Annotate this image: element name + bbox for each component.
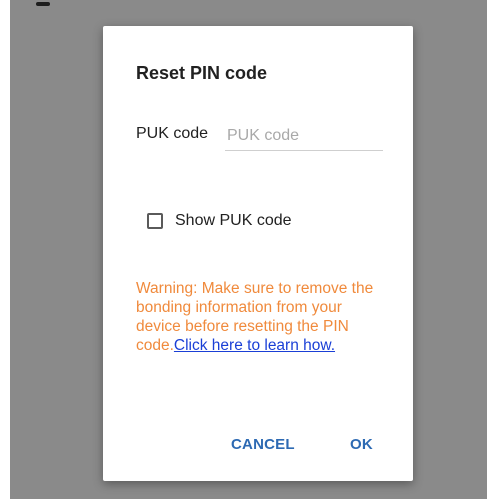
screen: Reset PIN code PUK code Show PUK code Wa… bbox=[0, 0, 497, 499]
dialog-actions: CANCEL OK bbox=[103, 436, 413, 460]
show-puk-label[interactable]: Show PUK code bbox=[175, 212, 292, 230]
cancel-button[interactable]: CANCEL bbox=[231, 436, 295, 453]
ok-button[interactable]: OK bbox=[350, 436, 373, 453]
show-puk-checkbox[interactable] bbox=[147, 213, 163, 229]
puk-code-input[interactable] bbox=[225, 121, 383, 151]
background-toolbar-fragment bbox=[36, 2, 50, 6]
puk-code-row: PUK code bbox=[136, 121, 386, 155]
learn-how-link[interactable]: Click here to learn how. bbox=[174, 337, 335, 354]
warning-message: Warning: Make sure to remove the bonding… bbox=[136, 279, 376, 355]
dialog-title: Reset PIN code bbox=[136, 63, 268, 83]
puk-code-label: PUK code bbox=[136, 125, 209, 142]
show-puk-row[interactable]: Show PUK code bbox=[147, 209, 292, 233]
reset-pin-dialog: Reset PIN code PUK code Show PUK code Wa… bbox=[103, 26, 413, 481]
